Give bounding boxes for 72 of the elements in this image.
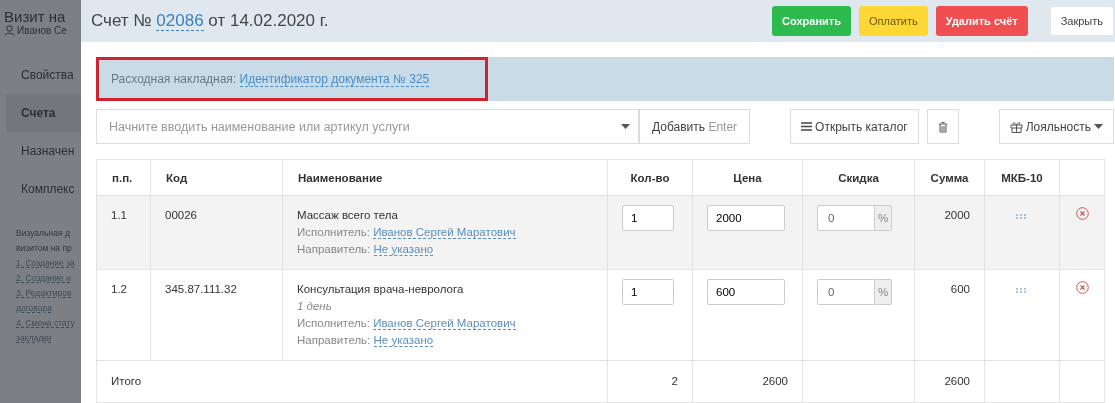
- user-name: Иванов Се: [17, 25, 67, 36]
- help-text: визитом на пр: [15, 242, 73, 255]
- remove-icon[interactable]: [1075, 281, 1089, 294]
- help-text: Визуальная д: [15, 227, 71, 240]
- table-row[interactable]: 1.2 345.87.111.32 Консультация врача-невролога 1 день Исполнитель: Иванов Сергей Маратович Направитель: Не указано 1 600 0 % 600: [96, 269, 1105, 361]
- total-label: Итого: [96, 360, 608, 403]
- caret-icon: [621, 124, 630, 129]
- column-header: Код: [150, 159, 283, 196]
- table-row[interactable]: 1.1 00026 Массаж всего тела Исполнитель: Иванов Сергей Маратович Направитель: Не указано 1 2000 0 % 2000: [96, 195, 1105, 270]
- close-button[interactable]: Закрыть: [1049, 6, 1115, 36]
- menu-icon: [801, 122, 813, 131]
- column-header: Цена: [692, 159, 803, 196]
- table-cell: 2: [607, 360, 693, 403]
- gift-icon: [1009, 120, 1023, 133]
- performer-text: Исполнитель: Иванов Сергей Маратович: [297, 225, 517, 241]
- pay-button[interactable]: Оплатить: [858, 6, 928, 36]
- column-header: Наименование: [282, 159, 608, 196]
- table-cell: 2000: [914, 195, 985, 270]
- percent-addon: %: [875, 205, 893, 231]
- column-header: Кол-во: [607, 159, 693, 196]
- table-cell: 345.87.111.32: [150, 269, 283, 361]
- dashed-link-icon[interactable]: [1016, 214, 1028, 219]
- column-header: МКБ-10: [984, 159, 1060, 196]
- help-link[interactable]: закладки: [0, 331, 81, 346]
- page-title: Визит на: [3, 8, 67, 25]
- quantity-field[interactable]: 1: [622, 205, 674, 231]
- quantity-field[interactable]: 1: [622, 279, 674, 305]
- remove-icon[interactable]: [1075, 207, 1089, 220]
- document-link[interactable]: Идентификатор документа № 325: [239, 72, 430, 87]
- nav-item[interactable]: Счета: [6, 94, 81, 132]
- referrer-text: Направитель: Не указано: [297, 333, 435, 349]
- percent-addon: %: [875, 279, 893, 305]
- service-duration: 1 день: [297, 299, 333, 314]
- add-button[interactable]: Добавить Enter: [639, 109, 751, 144]
- dashed-link-icon[interactable]: [1016, 288, 1028, 293]
- referrer-link[interactable]: Не указано: [373, 334, 434, 347]
- performer-link[interactable]: Иванов Сергей Маратович: [373, 226, 516, 239]
- performer-text: Исполнитель: Иванов Сергей Маратович: [297, 316, 517, 332]
- service-search-field[interactable]: Начните вводить наименование или артикул услуги: [96, 109, 639, 144]
- caret-icon: [1094, 124, 1104, 129]
- column-header: п.п.: [96, 159, 151, 196]
- user-icon: [4, 25, 15, 36]
- service-name: Массаж всего тела: [297, 208, 399, 223]
- delete-button[interactable]: Удалить счёт: [935, 6, 1028, 36]
- price-field[interactable]: 600: [707, 279, 785, 305]
- price-field[interactable]: 2000: [707, 205, 785, 231]
- invoice-number-link[interactable]: 02086: [156, 11, 204, 31]
- table-cell: 600: [914, 269, 985, 361]
- table-cell: 2600: [914, 360, 985, 403]
- nav-item[interactable]: Назначен: [0, 132, 81, 170]
- column-header: Сумма: [914, 159, 985, 196]
- trash-icon: [937, 120, 948, 133]
- save-button[interactable]: Сохранить: [772, 6, 851, 36]
- referrer-text: Направитель: Не указано: [297, 242, 435, 258]
- referrer-link[interactable]: Не указано: [373, 243, 434, 256]
- column-header: Скидка: [802, 159, 915, 196]
- invoice-title: Счет № 02086 от 14.02.2020 г.: [91, 11, 330, 31]
- help-link[interactable]: договора: [0, 301, 81, 316]
- table-cell: 2600: [692, 360, 803, 403]
- table-cell: 1.1: [96, 195, 151, 270]
- performer-link[interactable]: Иванов Сергей Маратович: [373, 317, 516, 330]
- discount-field[interactable]: 0: [817, 279, 875, 305]
- loyalty-button[interactable]: Лояльность: [998, 109, 1115, 144]
- table-cell: 00026: [150, 195, 283, 270]
- nav-item[interactable]: Комплекс: [0, 170, 81, 208]
- open-catalog-button[interactable]: Открыть каталог: [790, 109, 919, 144]
- table-cell: 1.2: [96, 269, 151, 361]
- service-name: Консультация врача-невролога: [297, 282, 465, 297]
- discount-field[interactable]: 0: [817, 205, 875, 231]
- notice-text: Расходная накладная: Идентификатор документа № 325: [111, 72, 430, 86]
- delete-items-button[interactable]: [926, 109, 959, 144]
- nav-item[interactable]: Свойства: [0, 56, 81, 94]
